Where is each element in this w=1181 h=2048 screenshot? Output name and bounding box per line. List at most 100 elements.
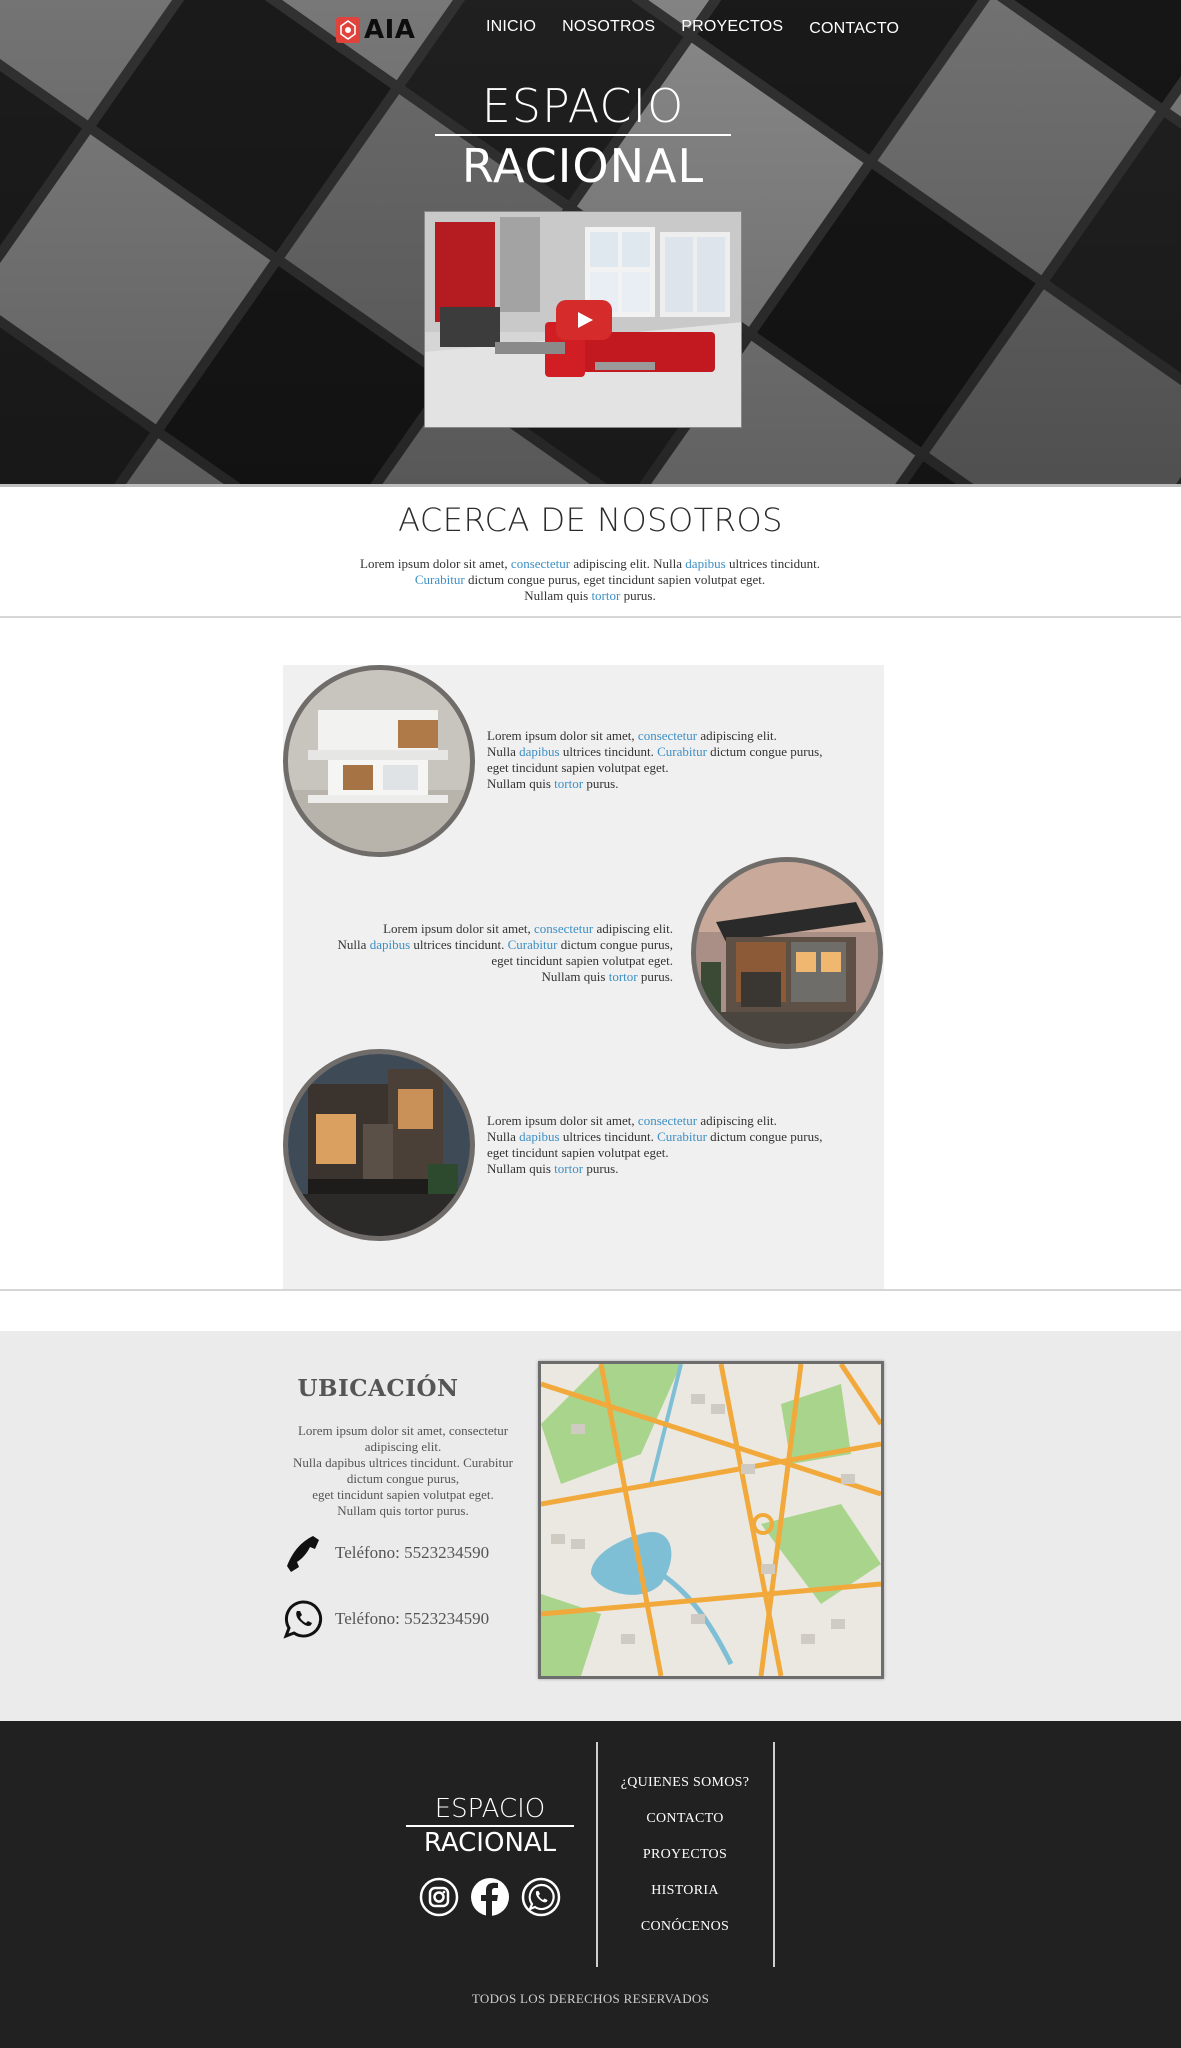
brand-line-2: RACIONAL (461, 139, 705, 193)
feature-text-part: purus. (583, 1161, 619, 1176)
footer-brand-divider (406, 1825, 574, 1827)
feature-link[interactable]: Curabitur (657, 744, 707, 759)
about-text-part: Nullam quis (524, 588, 592, 603)
location-text-line: Nulla dapibus ultrices tincidunt. Curabi… (293, 1455, 513, 1470)
about-link[interactable]: dapibus (685, 556, 725, 571)
feature-text-part: Nulla (337, 937, 370, 952)
footer-link-proyectos[interactable]: PROYECTOS (600, 1846, 770, 1882)
location-text-line: Nullam quis tortor purus. (337, 1503, 469, 1518)
feature-image-1 (283, 665, 475, 857)
about-link[interactable]: tortor (591, 588, 620, 603)
copyright-text: TODOS LOS DERECHOS RESERVADOS (471, 1991, 710, 2006)
feature-text-part: Nullam quis (541, 969, 609, 984)
phone-contact[interactable]: Teléfono: 5523234590 (283, 1533, 489, 1573)
feature-text-1: Lorem ipsum dolor sit amet, consectetur … (487, 728, 857, 792)
feature-link[interactable]: consectetur (638, 1113, 697, 1128)
feature-text-part: dictum congue purus, (706, 1129, 823, 1144)
location-section: UBICACIÓN Lorem ipsum dolor sit amet, co… (0, 1331, 1181, 1721)
feature-link[interactable]: consectetur (534, 921, 593, 936)
feature-text-part: Lorem ipsum dolor sit amet, (487, 1113, 638, 1128)
brand-line-1: ESPACIO (481, 79, 685, 133)
feature-link[interactable]: dapibus (519, 1129, 559, 1144)
location-text-line: dictum congue purus, (346, 1471, 460, 1486)
feature-image-2 (691, 857, 883, 1049)
feature-image-3 (283, 1049, 475, 1241)
feature-link[interactable]: Curabitur (508, 937, 558, 952)
footer: ESPACIO RACIONAL ¿QUIENES SOMOS? CONTACT… (0, 1721, 1181, 2048)
location-text-line: Lorem ipsum dolor sit amet, consectetur (297, 1423, 509, 1438)
map-graphic (541, 1364, 881, 1676)
features-panel: Lorem ipsum dolor sit amet, consectetur … (283, 665, 884, 1289)
feature-text-part: eget tincidunt sapien volutpat eget. (491, 953, 673, 968)
footer-link-conocenos[interactable]: CONÓCENOS (600, 1918, 770, 1954)
feature-text-3: Lorem ipsum dolor sit amet, consectetur … (487, 1113, 857, 1177)
feature-text-part: adipiscing elit. (697, 728, 777, 743)
nav-proyectos[interactable]: PROYECTOS (681, 18, 783, 38)
location-text: Lorem ipsum dolor sit amet, consectetur … (283, 1423, 523, 1519)
footer-link-quienes-somos[interactable]: ¿QUIENES SOMOS? (600, 1774, 770, 1810)
feature-text-part: Lorem ipsum dolor sit amet, (383, 921, 534, 936)
logo-text: AIA (364, 15, 416, 45)
about-text-part: dictum congue purus, eget tincidunt sapi… (464, 572, 766, 587)
whatsapp-icon[interactable] (521, 1877, 561, 1917)
location-text-line: eget tincidunt sapien volutpat eget. (312, 1487, 494, 1502)
feature-text-part: Nulla (487, 1129, 520, 1144)
feature-link[interactable]: Curabitur (657, 1129, 707, 1144)
about-text-part: purus. (620, 588, 656, 603)
feature-text-part: ultrices tincidunt. (410, 937, 508, 952)
about-text-part: Lorem ipsum dolor sit amet, (360, 556, 511, 571)
feature-text-part: dictum congue purus, (706, 744, 823, 759)
feature-text-part: Nulla (487, 744, 520, 759)
feature-text-part: Nullam quis (487, 776, 555, 791)
whatsapp-number: Teléfono: 5523234590 (335, 1609, 490, 1628)
about-text: Lorem ipsum dolor sit amet, consectetur … (290, 556, 890, 604)
feature-link[interactable]: dapibus (370, 937, 410, 952)
hero-video[interactable] (424, 211, 742, 428)
whatsapp-icon (283, 1599, 323, 1639)
footer-link-historia[interactable]: HISTORIA (600, 1882, 770, 1918)
feature-text-part: adipiscing elit. (593, 921, 673, 936)
whatsapp-contact[interactable]: Teléfono: 5523234590 (283, 1599, 489, 1639)
location-map[interactable] (538, 1361, 884, 1679)
nav-inicio[interactable]: INICIO (486, 18, 536, 38)
feature-link[interactable]: tortor (609, 969, 638, 984)
hero-brand-title: ESPACIO RACIONAL (435, 80, 731, 192)
feature-link[interactable]: consectetur (638, 728, 697, 743)
footer-link-contacto[interactable]: CONTACTO (600, 1810, 770, 1846)
phone-icon (283, 1533, 323, 1573)
feature-text-part: purus. (583, 776, 619, 791)
logo-emblem-icon (336, 17, 360, 43)
feature-text-part: purus. (637, 969, 673, 984)
footer-brand-line-2: RACIONAL (423, 1828, 557, 1858)
feature-text-part: eget tincidunt sapien volutpat eget. (487, 760, 669, 775)
feature-link[interactable]: dapibus (519, 744, 559, 759)
instagram-icon[interactable] (419, 1877, 459, 1917)
location-text-line: adipiscing elit. (364, 1439, 442, 1454)
feature-text-part: eget tincidunt sapien volutpat eget. (487, 1145, 669, 1160)
hero-section: AIA INICIO NOSOTROS PROYECTOS CONTACTO E… (0, 0, 1181, 487)
footer-brand-line-1: ESPACIO (434, 1794, 546, 1824)
feature-text-part: adipiscing elit. (697, 1113, 777, 1128)
feature-link[interactable]: tortor (554, 1161, 583, 1176)
about-text-part: adipiscing elit. Nulla (570, 556, 686, 571)
feature-text-part: ultrices tincidunt. (559, 1129, 658, 1144)
section-divider (0, 1289, 1181, 1291)
footer-nav: ¿QUIENES SOMOS? CONTACTO PROYECTOS HISTO… (600, 1774, 770, 1954)
main-nav: INICIO NOSOTROS PROYECTOS CONTACTO (486, 18, 925, 38)
feature-text-2: Lorem ipsum dolor sit amet, consectetur … (303, 921, 673, 985)
site-logo[interactable]: AIA (336, 15, 416, 45)
facebook-icon[interactable] (470, 1877, 510, 1917)
nav-contacto[interactable]: CONTACTO (809, 20, 899, 38)
about-section: ACERCA DE NOSOTROS Lorem ipsum dolor sit… (0, 487, 1181, 617)
about-link[interactable]: consectetur (511, 556, 570, 571)
youtube-play-icon[interactable] (556, 300, 612, 340)
feature-text-part: dictum congue purus, (557, 937, 673, 952)
about-link[interactable]: Curabitur (415, 572, 465, 587)
feature-text-part: Lorem ipsum dolor sit amet, (487, 728, 638, 743)
footer-brand: ESPACIO RACIONAL (406, 1795, 574, 1857)
about-text-part: ultrices tincidunt. (725, 556, 820, 571)
nav-nosotros[interactable]: NOSOTROS (562, 18, 655, 38)
feature-text-part: Nullam quis (487, 1161, 555, 1176)
feature-link[interactable]: tortor (554, 776, 583, 791)
footer-divider-left (596, 1742, 598, 1967)
